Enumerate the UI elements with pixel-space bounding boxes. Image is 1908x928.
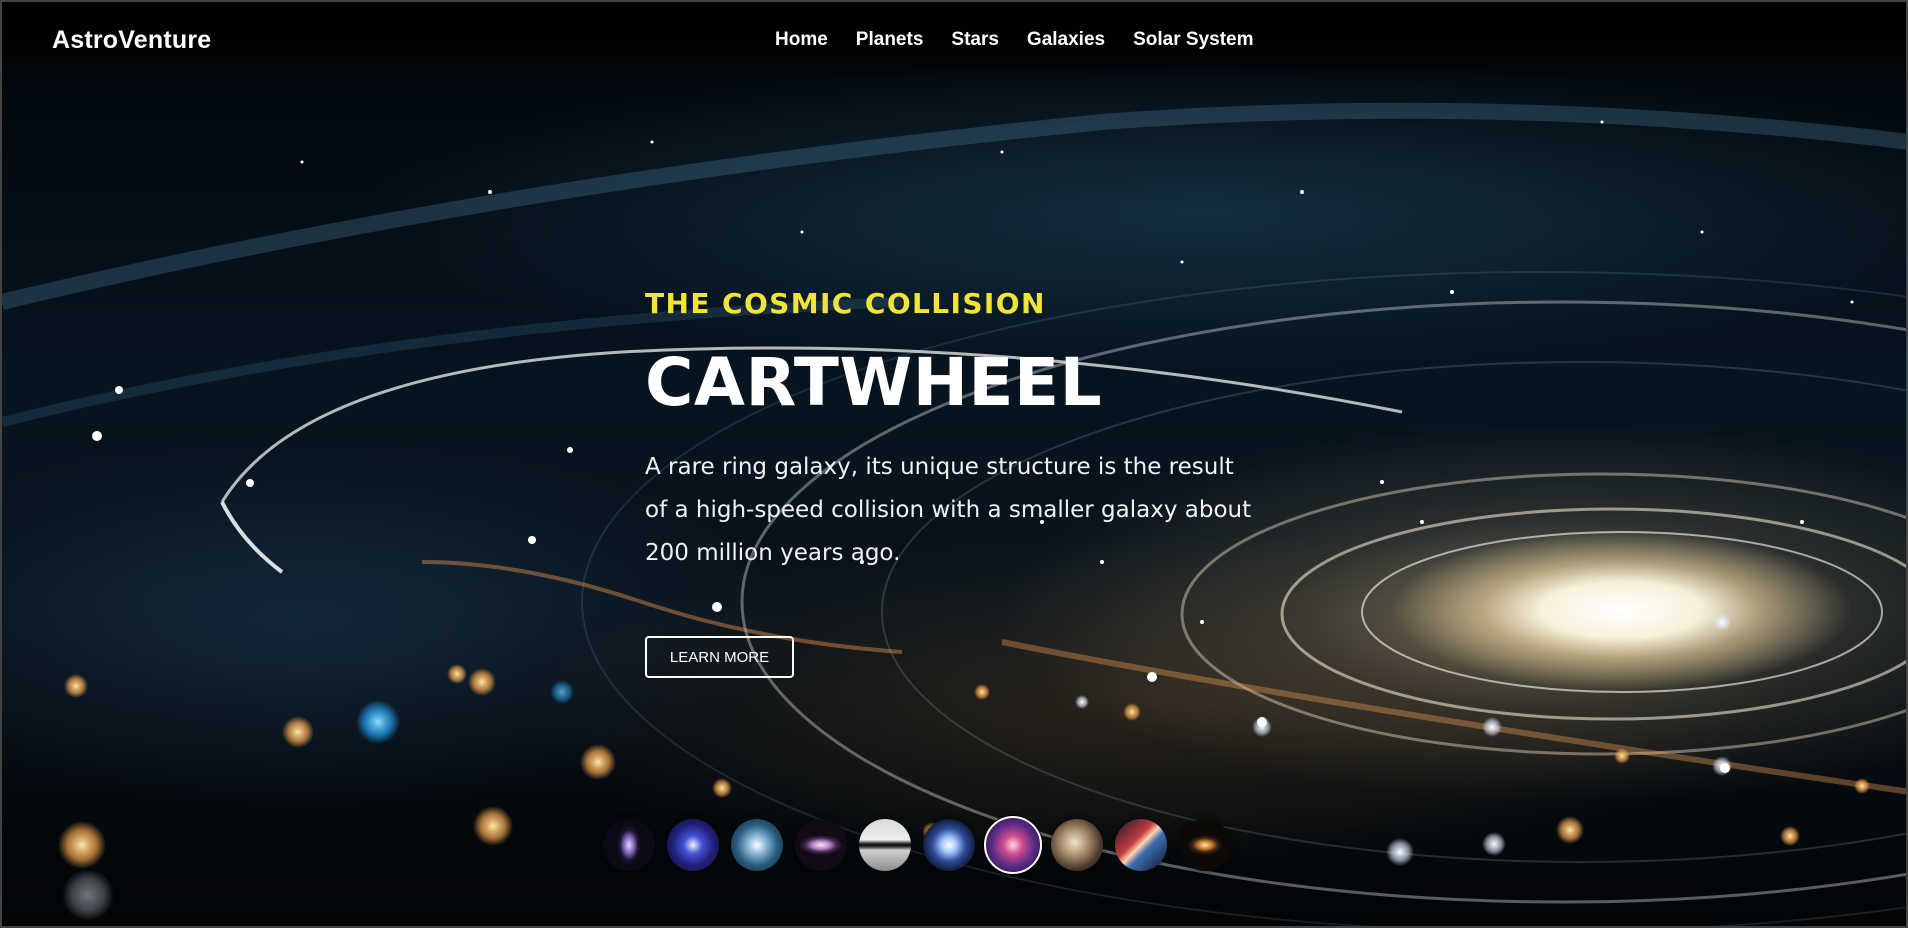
nav-link-galaxies[interactable]: Galaxies [1027, 29, 1105, 51]
blue-galaxy-thumbnail-icon[interactable] [667, 819, 719, 871]
elliptical-galaxy-thumbnail-icon[interactable] [1051, 819, 1103, 871]
red-galaxy-thumbnail-icon[interactable] [1115, 819, 1167, 871]
nav-link-solar-system[interactable]: Solar System [1133, 29, 1253, 51]
spiral-galaxy-thumbnail-icon[interactable] [923, 819, 975, 871]
top-navigation-bar: AstroVenture Home Planets Stars Galaxies… [2, 2, 1906, 76]
nav-link-planets[interactable]: Planets [856, 29, 924, 51]
hero-background: AstroVenture Home Planets Stars Galaxies… [0, 0, 1908, 928]
spiral-galaxy-thumbnail-icon[interactable] [603, 819, 655, 871]
purple-galaxy-thumbnail-icon[interactable] [795, 819, 847, 871]
nav-link-stars[interactable]: Stars [951, 29, 999, 51]
hero-title: CARTWHEEL [645, 344, 1103, 421]
learn-more-button[interactable]: LEARN MORE [645, 636, 794, 678]
main-nav: Home Planets Stars Galaxies Solar System [775, 29, 1254, 51]
brand-logo[interactable]: AstroVenture [52, 26, 211, 55]
hero-eyebrow: THE COSMIC COLLISION [645, 287, 1046, 320]
starburst-galaxy-thumbnail-icon[interactable] [731, 819, 783, 871]
cartwheel-galaxy-thumbnail-icon[interactable] [984, 816, 1042, 874]
galaxy-carousel [603, 816, 1231, 874]
sombrero-galaxy-thumbnail-icon[interactable] [1179, 819, 1231, 871]
hero-content: THE COSMIC COLLISION CARTWHEEL A rare ri… [645, 287, 1265, 678]
nav-link-home[interactable]: Home [775, 29, 828, 51]
hero-description: A rare ring galaxy, its unique structure… [645, 454, 1252, 566]
edge-on-galaxy-thumbnail-icon[interactable] [859, 819, 911, 871]
